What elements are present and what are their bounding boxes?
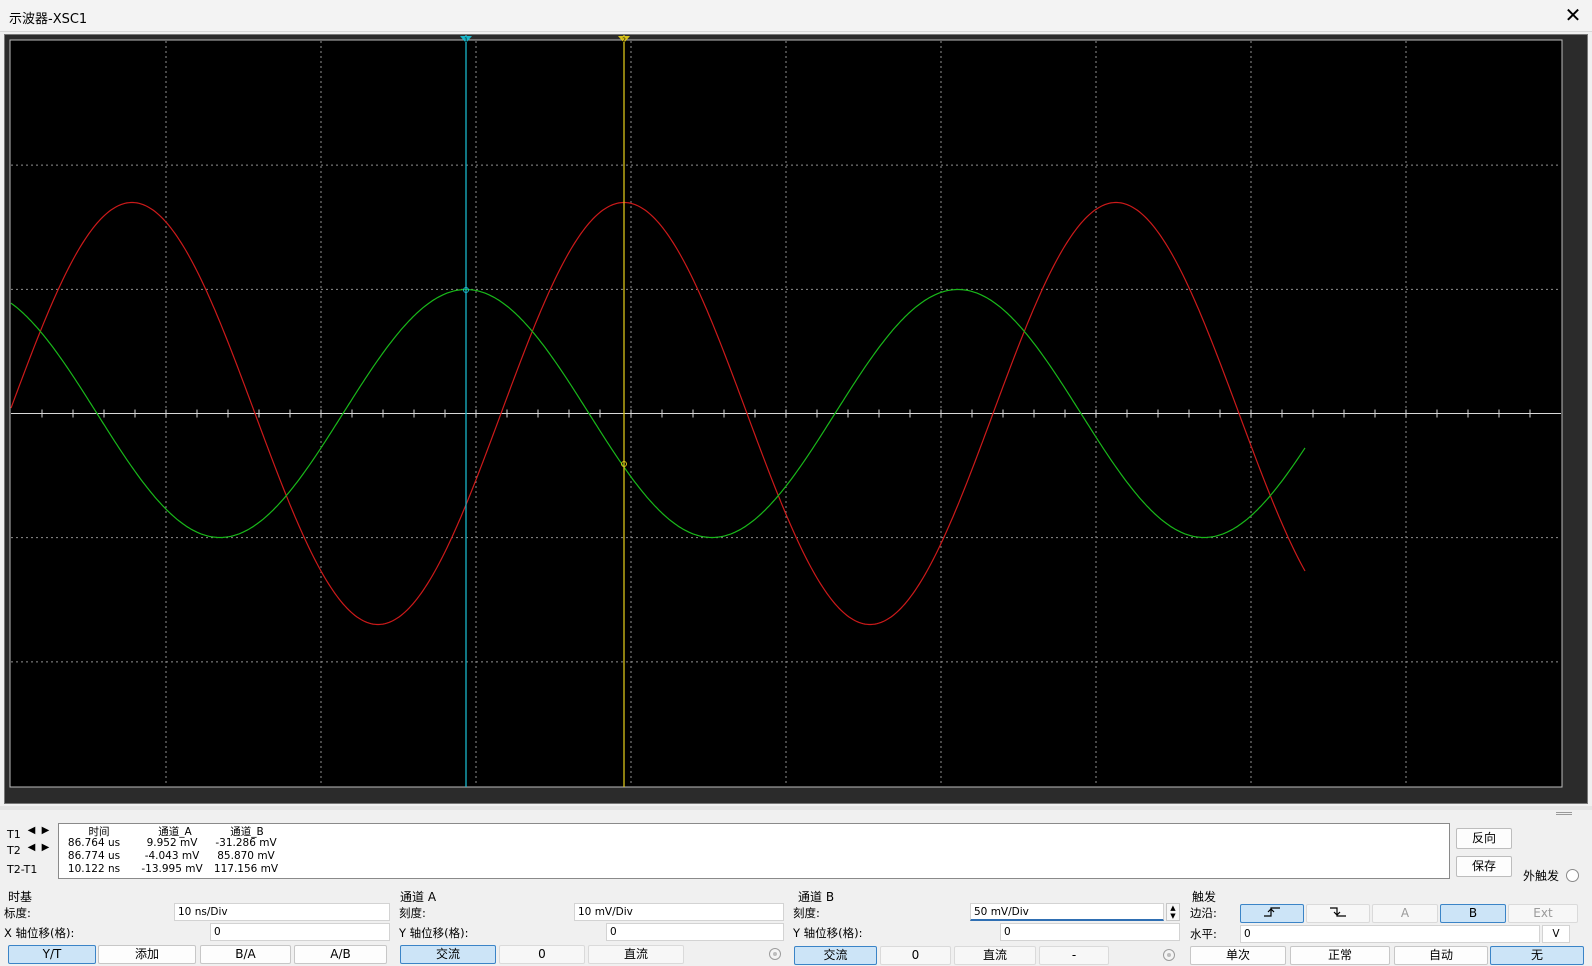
cursor-readout: T1 T2 T2-T1 ◀ ▶ ◀ ▶ 时间 通道_A 通道_B 86.764 … [4,820,1450,880]
channel-a-zero-button[interactable]: 0 [499,945,585,964]
single-mode-button[interactable]: 单次 [1190,946,1286,965]
t1-right-arrow-icon[interactable]: ▶ [40,825,51,836]
scope-display[interactable]: 1 2 [5,35,1589,805]
cursor-t2-label: 2 [622,37,626,44]
delta-time: 10.122 ns [67,863,121,875]
delta-channel-a: -13.995 mV [141,863,203,875]
row-label-t2-t1: T2-T1 [7,863,38,876]
external-trigger-radio[interactable] [1566,869,1579,882]
x-offset-field[interactable]: 0 [210,923,390,941]
t1-channel-a: 9.952 mV [146,837,198,849]
falling-edge-button[interactable] [1306,904,1370,923]
channel-a-scale-label: 刻度: [399,906,426,920]
trigger-source-b-button[interactable]: B [1440,904,1506,923]
channel-b-scale-field[interactable]: 50 mV/Div [970,903,1164,921]
save-button[interactable]: 保存 [1456,856,1512,877]
channel-a-scale-field[interactable]: 10 mV/Div [574,903,784,921]
t1-channel-b: -31.286 mV [215,837,277,849]
trigger-source-a-button[interactable]: A [1372,904,1438,923]
channel-a-knob-icon[interactable] [769,948,781,960]
channel-b-zero-button[interactable]: 0 [880,946,951,965]
ab-button[interactable]: A/B [294,945,387,964]
channel-b-offset-field[interactable]: 0 [1000,923,1180,941]
yt-button[interactable]: Y/T [8,945,96,964]
timebase-scale-label: 标度: [4,906,31,920]
close-icon[interactable]: ✕ [1560,3,1586,29]
channel-b-scale-label: 刻度: [793,906,820,920]
row-label-t2: T2 [7,844,21,857]
title-bar: 示波器-XSC1 ✕ [0,0,1592,32]
channel-b-panel: 通道 B 刻度: 50 mV/Div ▲ ▼ Y 轴位移(格): 0 交流 0 直… [790,888,1182,966]
delta-channel-b: 117.156 mV [213,863,279,875]
channel-b-offset-label: Y 轴位移(格): [793,926,863,940]
x-offset-label: X 轴位移(格): [4,926,75,940]
channel-b-dc-button[interactable]: 直流 [954,946,1036,965]
channel-a-dc-button[interactable]: 直流 [588,945,684,964]
normal-mode-button[interactable]: 正常 [1290,946,1390,965]
timebase-panel: 时基 标度: 10 ns/Div X 轴位移(格): 0 Y/T 添加 B/A … [0,888,396,966]
channel-b-scale-spinner-icon[interactable]: ▲ ▼ [1166,903,1180,921]
falling-edge-icon [1330,907,1346,917]
auto-mode-button[interactable]: 自动 [1394,946,1488,965]
t2-right-arrow-icon[interactable]: ▶ [40,842,51,853]
trigger-edge-label: 边沿: [1190,906,1217,920]
channel-b-title: 通道 B [798,890,835,904]
timebase-scale-field[interactable]: 10 ns/Div [174,903,390,921]
timebase-title: 时基 [8,890,33,904]
ba-button[interactable]: B/A [200,945,291,964]
channel-a-panel: 通道 A 刻度: 10 mV/Div Y 轴位移(格): 0 交流 0 直流 [396,888,788,966]
cursor-t1-label: 1 [464,37,468,44]
readout-row-labels: T1 T2 T2-T1 ◀ ▶ ◀ ▶ [4,820,56,880]
channel-a-offset-field[interactable]: 0 [606,923,784,941]
add-button[interactable]: 添加 [98,945,196,964]
t2-channel-a: -4.043 mV [144,850,200,862]
oscilloscope-screen[interactable]: 1 2 [4,34,1588,804]
rising-edge-button[interactable] [1240,904,1304,923]
t1-left-arrow-icon[interactable]: ◀ [26,825,37,836]
channel-a-title: 通道 A [400,890,437,904]
channel-b-minus-button[interactable]: - [1039,946,1109,965]
trigger-level-field[interactable]: 0 [1240,925,1540,943]
t2-time: 86.774 us [67,850,121,862]
external-trigger-label: 外触发 [1523,869,1560,883]
reverse-button[interactable]: 反向 [1456,828,1512,849]
t2-left-arrow-icon[interactable]: ◀ [26,842,37,853]
trigger-source-ext-button[interactable]: Ext [1508,904,1578,923]
trigger-title: 触发 [1192,890,1217,904]
readout-table: 时间 通道_A 通道_B 86.764 us 9.952 mV -31.286 … [58,823,1450,879]
rising-edge-icon [1264,907,1280,917]
resize-grip-icon[interactable] [1556,812,1572,815]
trigger-level-unit[interactable]: V [1542,925,1570,943]
trigger-panel: 触发 边沿: A B Ext 水平: 0 V 单次 正常 自动 无 [1184,888,1592,966]
t2-channel-b: 85.870 mV [217,850,275,862]
window-title: 示波器-XSC1 [9,12,88,27]
row-label-t1: T1 [7,828,21,841]
channel-a-offset-label: Y 轴位移(格): [399,926,469,940]
channel-b-knob-icon[interactable] [1163,949,1175,961]
none-mode-button[interactable]: 无 [1490,946,1584,965]
trigger-level-label: 水平: [1190,927,1217,941]
t1-time: 86.764 us [67,837,121,849]
panel-splitter[interactable] [0,806,1592,810]
channel-a-ac-button[interactable]: 交流 [400,945,496,964]
channel-b-ac-button[interactable]: 交流 [794,946,877,965]
